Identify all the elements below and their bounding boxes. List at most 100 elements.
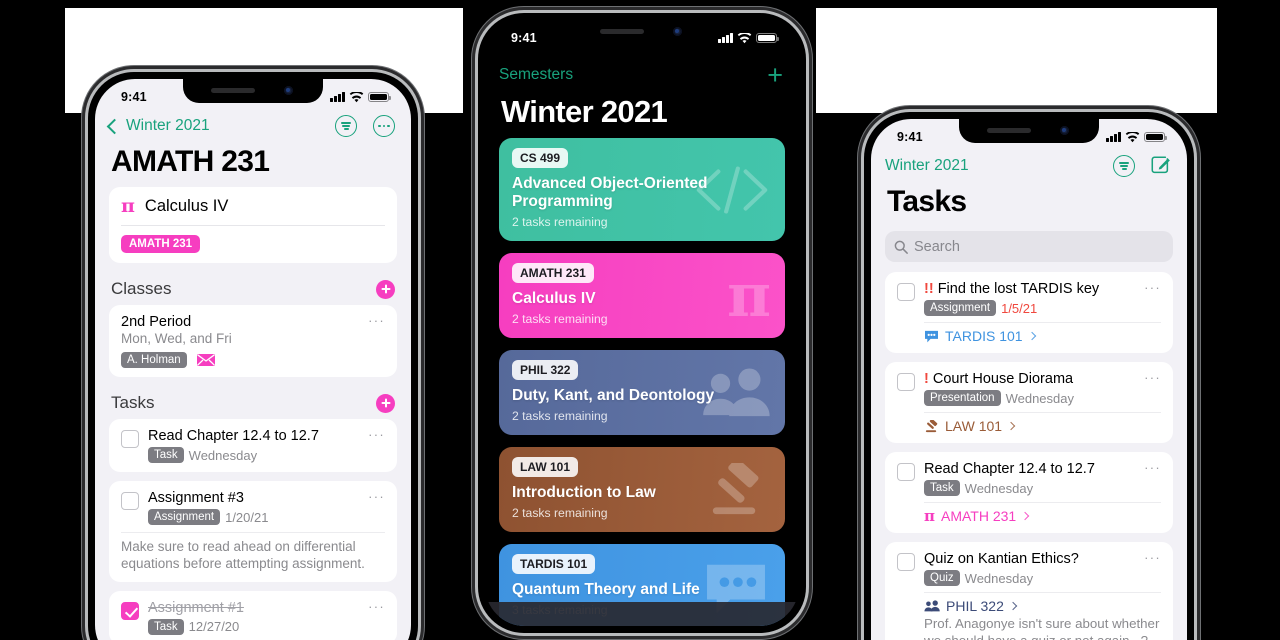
chevron-right-icon	[1006, 421, 1016, 431]
list-filter-icon[interactable]	[335, 115, 357, 137]
task-kind-badge: Assignment	[924, 300, 997, 316]
course-summary-card[interactable]: π Calculus IV AMATH 231	[109, 187, 397, 263]
task-due: Wednesday	[1005, 390, 1074, 406]
notch	[183, 79, 323, 103]
envelope-icon[interactable]	[196, 353, 216, 367]
task-due: 1/5/21	[1001, 300, 1038, 316]
phone-center: 9:41 Semesters + Winter 2021 CS 499 Adva…	[478, 13, 806, 633]
add-class-button[interactable]	[376, 279, 395, 299]
back-button[interactable]: Winter 2021	[885, 157, 969, 175]
task-title: Read Chapter 12.4 to 12.7	[924, 461, 1095, 477]
task-more-button[interactable]: ···	[368, 490, 385, 503]
add-task-button[interactable]	[376, 393, 395, 413]
course-link[interactable]: π AMATH 231	[924, 508, 1161, 524]
phone-left: 9:41 Winter 2021 AMATH 231 π Calculus IV…	[88, 72, 418, 640]
tasks-remaining: 2 tasks remaining	[512, 312, 608, 326]
priority-flag: !!	[924, 281, 934, 297]
wifi-icon	[737, 32, 752, 43]
task-row[interactable]: Quiz on Kantian Ethics? ··· Quiz Wednesd…	[885, 542, 1173, 640]
notch	[572, 20, 712, 44]
task-note: Prof. Anagonye isn't sure about whether …	[924, 616, 1160, 640]
search-input[interactable]: Search	[885, 231, 1173, 262]
course-code-badge: PHIL 322	[512, 360, 579, 380]
list-filter-icon[interactable]	[1113, 155, 1135, 177]
task-due: Wednesday	[964, 480, 1034, 496]
task-row[interactable]: ! Court House Diorama ··· Presentation W…	[885, 362, 1173, 443]
page-title: Winter 2021	[501, 94, 668, 129]
task-checkbox[interactable]	[121, 492, 139, 510]
course-link[interactable]: TARDIS 101	[924, 328, 1161, 344]
priority-flag: !	[924, 371, 929, 387]
task-note: Make sure to read ahead on differential …	[121, 532, 385, 573]
tab-bar[interactable]	[485, 602, 799, 626]
section-title: Classes	[111, 279, 172, 298]
battery-icon	[1144, 131, 1167, 143]
tasks-remaining: 2 tasks remaining	[512, 506, 608, 520]
instructor-badge: A. Holman	[121, 352, 187, 368]
task-kind-badge: Quiz	[924, 570, 960, 586]
task-more-button[interactable]: ···	[1144, 461, 1161, 474]
course-card[interactable]: π AMATH 231 Calculus IV 2 tasks remainin…	[499, 253, 785, 338]
more-circle-icon[interactable]	[373, 115, 395, 137]
task-checkbox[interactable]	[121, 601, 139, 620]
chevron-right-icon	[1020, 511, 1030, 521]
section-header-classes: Classes	[95, 272, 411, 305]
cellular-signal-icon	[718, 33, 733, 43]
nav-actions	[1113, 155, 1171, 177]
canvas: 9:41 Winter 2021 AMATH 231 π Calculus IV…	[0, 0, 1280, 640]
course-card[interactable]: LAW 101 Introduction to Law 2 tasks rema…	[499, 447, 785, 532]
front-camera-icon	[673, 27, 682, 36]
task-title: Court House Diorama	[932, 371, 1074, 387]
section-header-tasks: Tasks	[95, 386, 411, 419]
task-more-button[interactable]: ···	[1144, 371, 1161, 384]
class-more-button[interactable]: ···	[368, 314, 385, 327]
backdrop-panel-right	[816, 8, 1217, 113]
course-name: Calculus IV	[144, 197, 229, 215]
task-checkbox[interactable]	[121, 430, 139, 448]
task-checkbox[interactable]	[897, 463, 915, 481]
status-time: 9:41	[121, 90, 147, 104]
task-more-button[interactable]: ···	[368, 428, 385, 441]
phone-center-content: Semesters + Winter 2021 CS 499 Advanced …	[485, 20, 799, 626]
speaker-icon	[211, 88, 255, 93]
course-code-badge: AMATH 231	[121, 235, 201, 253]
task-checkbox[interactable]	[897, 373, 915, 391]
task-row[interactable]: !! Find the lost TARDIS key ··· Assignme…	[885, 272, 1173, 353]
plus-icon[interactable]: +	[767, 62, 783, 89]
pi-icon: π	[121, 195, 135, 217]
course-link[interactable]: LAW 101	[924, 418, 1161, 434]
task-more-button[interactable]: ···	[1144, 281, 1161, 294]
task-kind-badge: Task	[148, 447, 184, 463]
course-row: π Calculus IV	[109, 187, 397, 225]
task-row[interactable]: Read Chapter 12.4 to 12.7 ··· Task Wedne…	[109, 419, 397, 472]
cellular-signal-icon	[1106, 132, 1121, 142]
task-due: 12/27/20	[188, 619, 240, 635]
nav-bar: Winter 2021	[871, 149, 1187, 179]
back-button[interactable]: Winter 2021	[106, 117, 210, 135]
compose-icon[interactable]	[1151, 156, 1171, 176]
status-indicators	[1106, 131, 1167, 143]
task-row[interactable]: Read Chapter 12.4 to 12.7 ··· Task Wedne…	[885, 452, 1173, 533]
task-kind-badge: Assignment	[148, 509, 221, 525]
nav-bar: Winter 2021	[95, 109, 411, 139]
task-more-button[interactable]: ···	[368, 600, 385, 613]
semesters-link[interactable]: Semesters	[499, 66, 573, 84]
course-name: AMATH 231	[940, 508, 1017, 524]
wifi-icon	[1125, 131, 1140, 142]
task-more-button[interactable]: ···	[1144, 551, 1161, 564]
speaker-icon	[600, 29, 644, 34]
course-card[interactable]: PHIL 322 Duty, Kant, and Deontology 2 ta…	[499, 350, 785, 435]
task-checkbox[interactable]	[897, 283, 915, 301]
divider	[924, 322, 1161, 323]
task-row[interactable]: Assignment #1 ··· Task 12/27/20	[109, 590, 397, 640]
task-title-line: ! Court House Diorama	[924, 371, 1073, 387]
course-link[interactable]: PHIL 322	[924, 598, 1161, 614]
course-name: TARDIS 101	[945, 328, 1023, 344]
class-item[interactable]: 2nd Period Mon, Wed, and Fri A. Holman ·…	[109, 305, 397, 377]
chevron-left-icon	[106, 118, 123, 134]
course-card[interactable]: CS 499 Advanced Object-Oriented Programm…	[499, 138, 785, 241]
task-row[interactable]: Assignment #3 ··· Assignment 1/20/21 Mak…	[109, 481, 397, 582]
front-camera-icon	[284, 86, 293, 95]
task-checkbox[interactable]	[897, 553, 915, 571]
page-title: AMATH 231	[111, 145, 270, 178]
